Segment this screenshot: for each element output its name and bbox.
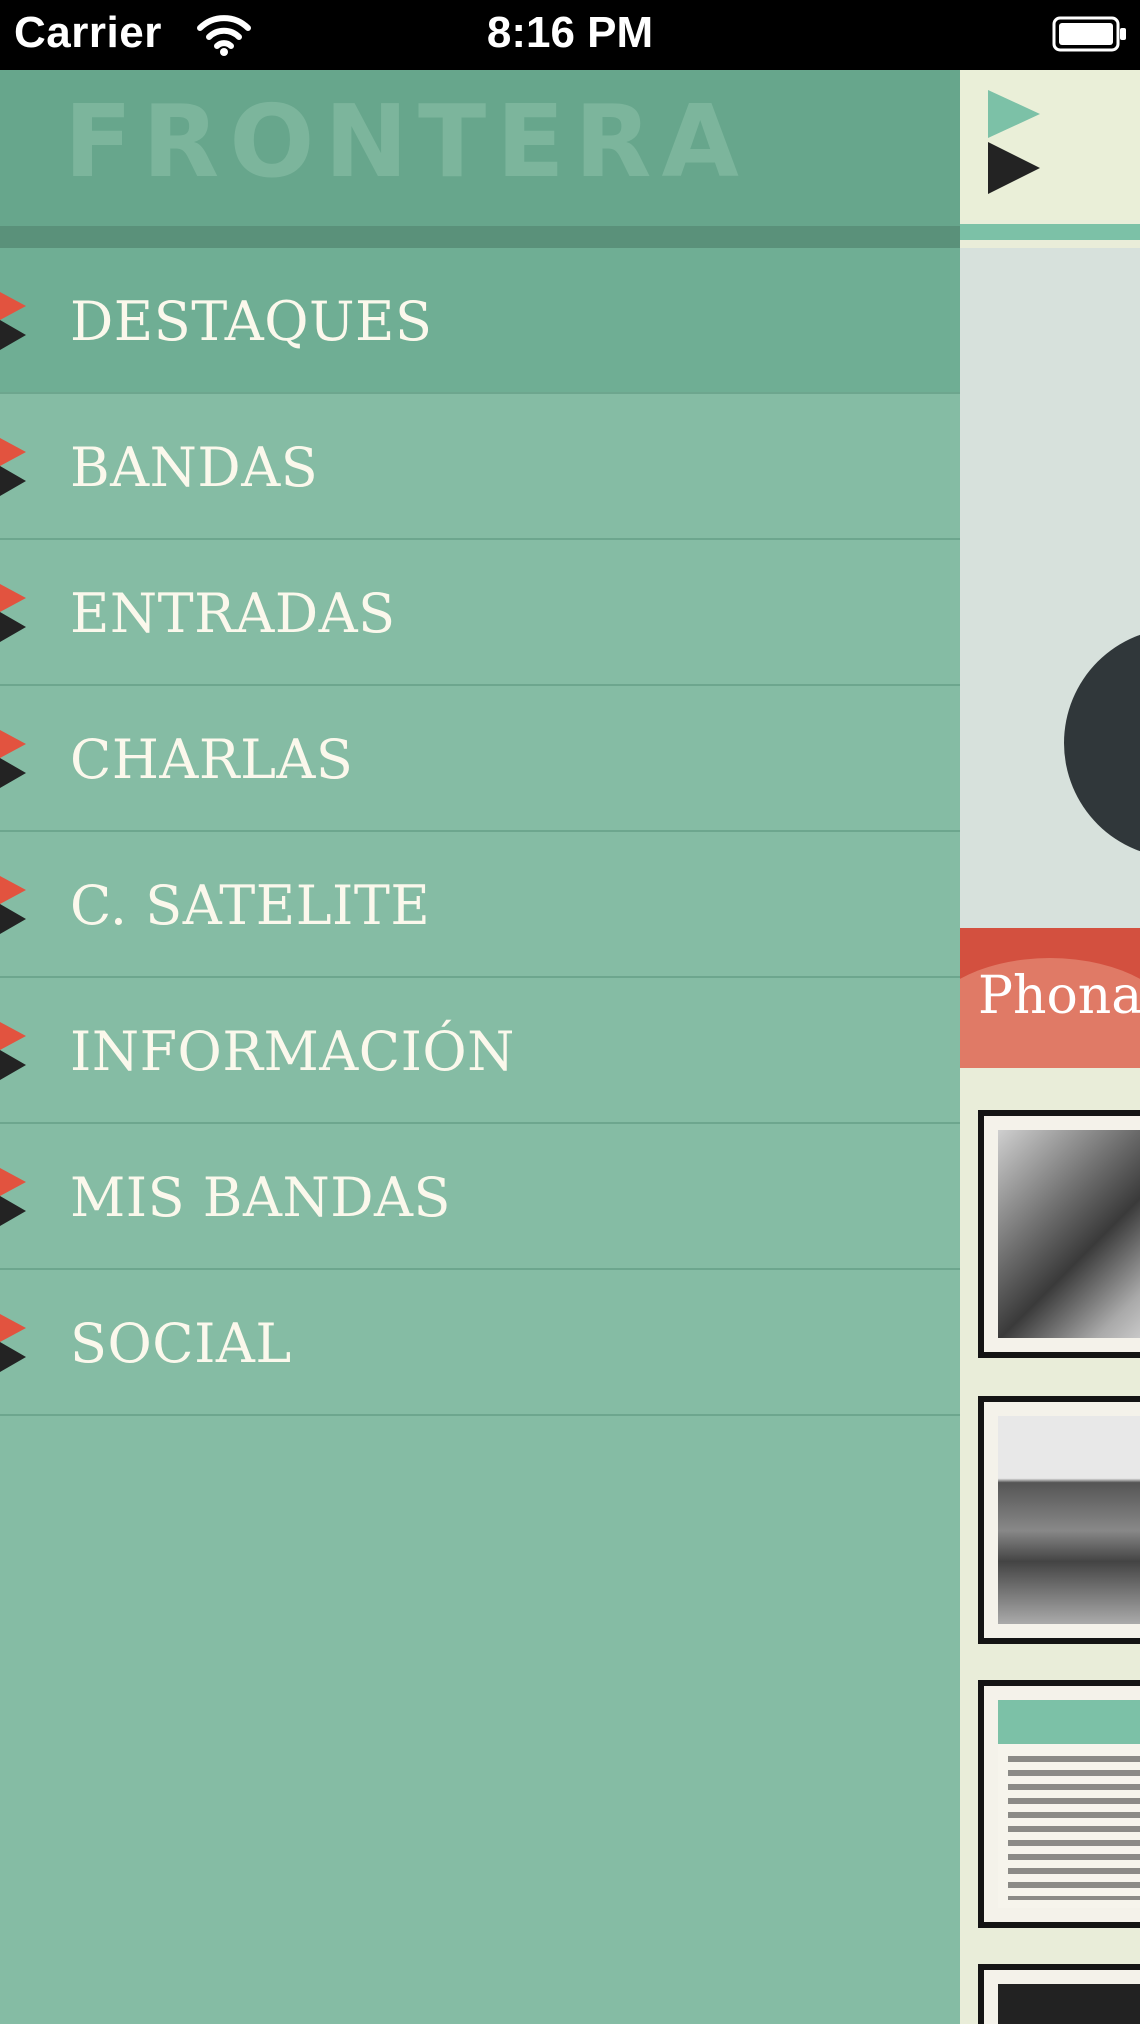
menu-item-label: MIS BANDAS	[70, 1166, 451, 1229]
clock: 8:16 PM	[486, 8, 654, 57]
menu-toggle-icon[interactable]	[988, 90, 1048, 200]
flag-icon	[0, 292, 28, 350]
band-thumbnail[interactable]	[978, 1396, 1140, 1644]
thumbnail-photo	[998, 1416, 1140, 1624]
menu-item-label: DESTAQUES	[70, 290, 433, 353]
menu-item-label: C. SATELITE	[70, 874, 431, 937]
menu-item-social[interactable]: SOCIAL	[0, 1270, 960, 1416]
menu-item-destaques[interactable]: DESTAQUES	[0, 248, 960, 394]
hero-caption[interactable]: Phona	[960, 928, 1140, 1068]
content-divider	[960, 224, 1140, 240]
flag-icon	[0, 1168, 28, 1226]
thumbnail-photo	[998, 1984, 1140, 2024]
thumbnail-photo	[998, 1130, 1140, 1338]
flag-icon	[0, 730, 28, 788]
drawer-header: FRONTERA	[0, 70, 960, 226]
hero-image[interactable]	[960, 248, 1140, 928]
band-thumbnail[interactable]	[978, 1680, 1140, 1928]
poster-text-lines	[1008, 1756, 1140, 1900]
menu-item-label: SOCIAL	[70, 1312, 292, 1375]
flag-icon	[0, 438, 28, 496]
battery-icon	[1052, 16, 1128, 52]
content-top-bar	[960, 70, 1140, 220]
hero-caption-text: Phona	[978, 966, 1140, 1026]
flag-icon	[0, 876, 28, 934]
menu-item-c-satelite[interactable]: C. SATELITE	[0, 832, 960, 978]
menu-item-label: CHARLAS	[70, 728, 354, 791]
navigation-drawer: FRONTERA DESTAQUES BANDAS ENTRADAS CHARL…	[0, 70, 960, 2024]
menu-item-bandas[interactable]: BANDAS	[0, 394, 960, 540]
poster-header	[998, 1700, 1140, 1744]
menu-item-entradas[interactable]: ENTRADAS	[0, 540, 960, 686]
hero-circle-shape	[1064, 628, 1140, 858]
content-panel[interactable]: Phona	[960, 70, 1140, 2024]
menu-item-informacion[interactable]: INFORMACIÓN	[0, 978, 960, 1124]
menu-item-label: INFORMACIÓN	[70, 1020, 515, 1083]
menu-item-label: ENTRADAS	[70, 582, 396, 645]
thumbnail-poster	[998, 1700, 1140, 1908]
status-bar: Carrier 8:16 PM	[0, 0, 1140, 70]
flag-icon	[0, 1314, 28, 1372]
drawer-menu: DESTAQUES BANDAS ENTRADAS CHARLAS C. SAT…	[0, 248, 960, 1416]
band-thumbnail[interactable]	[978, 1110, 1140, 1358]
band-thumbnail[interactable]	[978, 1964, 1140, 2024]
flag-icon	[0, 1022, 28, 1080]
menu-item-label: BANDAS	[70, 436, 319, 499]
frontera-logo: FRONTERA	[64, 83, 749, 200]
flag-icon	[0, 584, 28, 642]
header-shadow	[0, 226, 960, 248]
menu-item-charlas[interactable]: CHARLAS	[0, 686, 960, 832]
menu-item-mis-bandas[interactable]: MIS BANDAS	[0, 1124, 960, 1270]
